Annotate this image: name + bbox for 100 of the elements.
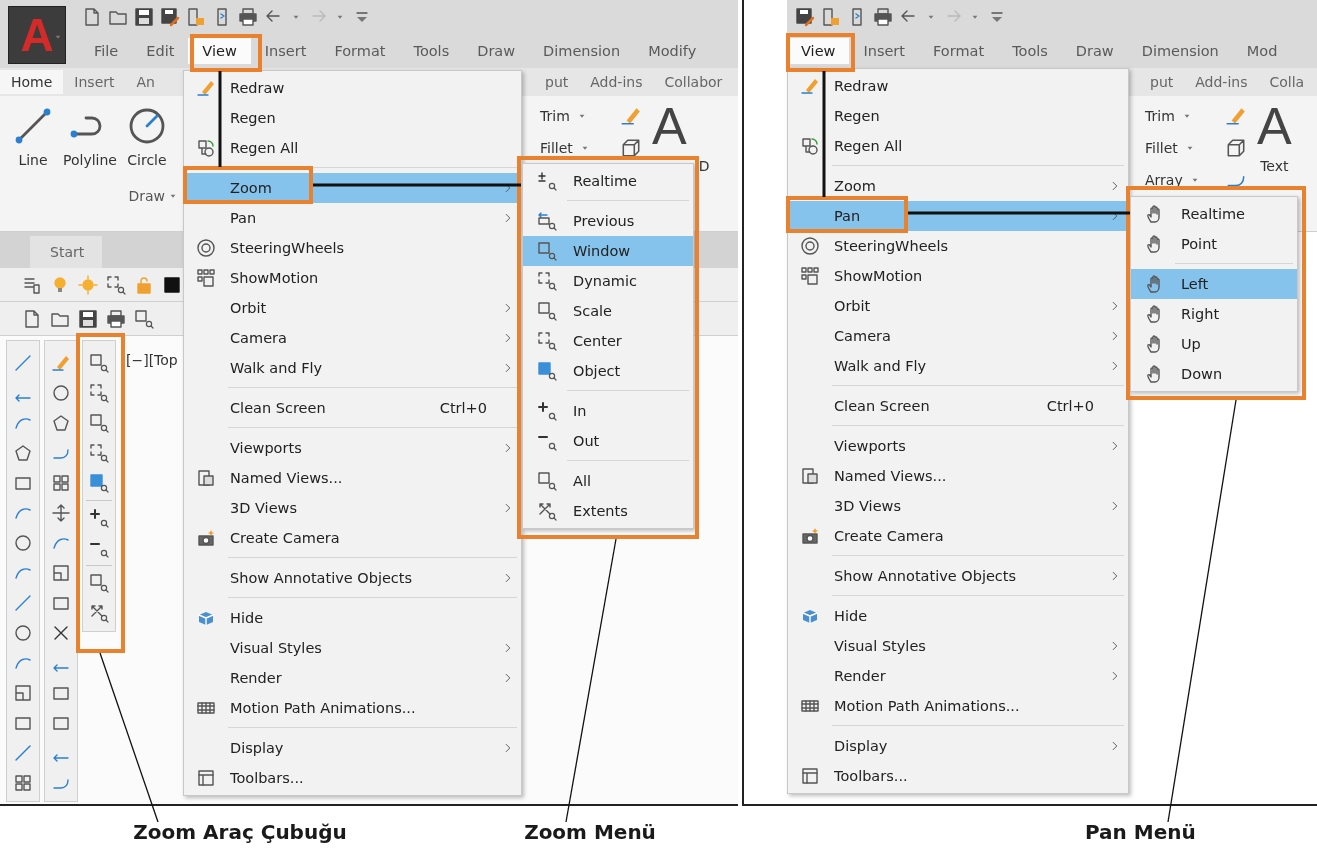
zoom-tool-icon[interactable]	[89, 508, 109, 528]
ribbon-tool-button[interactable]: Fillet	[1145, 140, 1211, 156]
menu-item[interactable]: Visual Styles	[184, 633, 521, 663]
menu-item[interactable]: SteeringWheels	[184, 233, 521, 263]
menu-item[interactable]: Regen	[184, 103, 521, 133]
zoom-tool-icon[interactable]	[89, 573, 109, 593]
pencil-icon[interactable]	[1225, 105, 1247, 127]
menu-item[interactable]: Pan	[184, 203, 521, 233]
draw-tool-icon[interactable]	[13, 443, 33, 463]
menu-item[interactable]: Walk and Fly	[788, 351, 1128, 381]
menu-item[interactable]: Regen All	[788, 131, 1128, 161]
zoom-tool-icon[interactable]	[89, 603, 109, 623]
ribbon-tab[interactable]: Add-ins	[579, 70, 654, 94]
menu-bar-item[interactable]: Format	[919, 38, 999, 64]
menu-item[interactable]: Point	[1131, 229, 1297, 259]
modify-tool-icon[interactable]	[51, 383, 71, 403]
menu-bar-item[interactable]: Dimension	[529, 38, 635, 64]
modify-tool-icon[interactable]	[51, 503, 71, 523]
menu-item[interactable]: Visual Styles	[788, 631, 1128, 661]
menu-item[interactable]: Realtime	[523, 166, 693, 196]
ribbon-tab[interactable]: Colla	[1258, 70, 1316, 94]
menu-item[interactable]: Pan	[788, 201, 1128, 231]
menu-bar-item[interactable]: View	[787, 38, 850, 64]
pencil-icon[interactable]	[620, 105, 642, 127]
draw-tool-icon[interactable]	[13, 683, 33, 703]
menu-bar-item[interactable]: Insert	[250, 38, 321, 64]
menu-bar-item[interactable]: Draw	[1061, 38, 1128, 64]
menu-item[interactable]: Toolbars...	[788, 761, 1128, 791]
menu-item[interactable]: Regen All	[184, 133, 521, 163]
ribbon-tool-button[interactable]: Line	[10, 104, 56, 170]
panel-title[interactable]: Draw	[128, 188, 179, 204]
zoom-icon[interactable]	[134, 308, 154, 329]
ribbon-tab[interactable]: Insert	[63, 70, 126, 94]
ribbon-tool-button[interactable]: Fillet	[540, 140, 606, 156]
draw-tool-icon[interactable]	[13, 773, 33, 793]
draw-tool-icon[interactable]	[13, 743, 33, 763]
menu-item[interactable]: Orbit	[184, 293, 521, 323]
print-icon[interactable]	[106, 308, 126, 329]
print-icon[interactable]	[238, 7, 258, 27]
file-tab[interactable]: Start	[30, 236, 103, 268]
menu-item[interactable]: ShowMotion	[788, 261, 1128, 291]
menu-item[interactable]: Render	[788, 661, 1128, 691]
menu-item[interactable]: Dynamic	[523, 266, 693, 296]
menu-item[interactable]: Down	[1131, 359, 1297, 389]
menu-bar-item[interactable]: Tools	[998, 38, 1062, 64]
menu-bar-item[interactable]: Modify	[634, 38, 711, 64]
draw-tool-icon[interactable]	[13, 353, 33, 373]
text-tool-glyph[interactable]: A	[652, 100, 687, 152]
tool-label[interactable]: Text	[1260, 158, 1289, 174]
modify-tool-icon[interactable]	[51, 563, 71, 583]
ribbon-tool-button[interactable]: Array	[1145, 172, 1211, 188]
viewport-label[interactable]: [−][Top	[126, 352, 178, 368]
menu-item[interactable]: Redraw	[184, 73, 521, 103]
text-tool-glyph[interactable]: A	[1257, 100, 1292, 152]
new-document-icon[interactable]	[22, 308, 42, 329]
zoom-tool-icon[interactable]	[89, 353, 109, 373]
menu-item[interactable]: 3D Views	[788, 491, 1128, 521]
menu-item[interactable]: ShowMotion	[184, 263, 521, 293]
menu-item[interactable]: Create Camera	[788, 521, 1128, 551]
zoom-tool-icon[interactable]	[89, 473, 109, 493]
ribbon-tool-button[interactable]: Trim	[540, 108, 606, 124]
ribbon-tab[interactable]: Add-ins	[1184, 70, 1259, 94]
ribbon-tool-button[interactable]: Circle	[123, 104, 170, 170]
save-icon[interactable]	[134, 7, 154, 27]
menu-item[interactable]: Walk and Fly	[184, 353, 521, 383]
document-icon[interactable]	[186, 7, 206, 27]
menu-item[interactable]: Redraw	[788, 71, 1128, 101]
menu-item[interactable]: Camera	[788, 321, 1128, 351]
menu-item[interactable]: 3D Views	[184, 493, 521, 523]
menu-bar-item[interactable]: View	[188, 38, 251, 64]
menu-item[interactable]: Right	[1131, 299, 1297, 329]
menu-item[interactable]: Out	[523, 426, 693, 456]
menu-bar-item[interactable]: Format	[320, 38, 400, 64]
menu-bar-item[interactable]: Dimension	[1127, 38, 1233, 64]
ribbon-tab[interactable]: put	[534, 70, 580, 94]
zoom-tool-icon[interactable]	[89, 443, 109, 463]
zoom-tool-icon[interactable]	[89, 383, 109, 403]
menu-item[interactable]: Motion Path Animations...	[184, 693, 521, 723]
modify-tool-icon[interactable]	[51, 413, 71, 433]
menu-bar-item[interactable]: Draw	[463, 38, 530, 64]
menu-item[interactable]: Scale	[523, 296, 693, 326]
menu-item[interactable]: Object	[523, 356, 693, 386]
menu-item[interactable]: Up	[1131, 329, 1297, 359]
menu-item[interactable]: Motion Path Animations...	[788, 691, 1128, 721]
menu-item[interactable]: Regen	[788, 101, 1128, 131]
menu-item[interactable]: SteeringWheels	[788, 231, 1128, 261]
ribbon-tab[interactable]: put	[1139, 70, 1185, 94]
menu-item[interactable]: Toolbars...	[184, 763, 521, 793]
menu-item[interactable]: Named Views...	[788, 461, 1128, 491]
ribbon-tab[interactable]: An	[125, 70, 166, 94]
menu-bar-item[interactable]: File	[80, 38, 133, 64]
menu-item[interactable]: Orbit	[788, 291, 1128, 321]
new-document-icon[interactable]	[82, 7, 102, 27]
tool-label[interactable]: D	[698, 158, 710, 174]
menu-item[interactable]: Realtime	[1131, 199, 1297, 229]
menu-bar-item[interactable]: Insert	[849, 38, 919, 64]
ribbon-tool-button[interactable]: Polyline	[60, 104, 120, 170]
menu-bar-item[interactable]: Tools	[399, 38, 464, 64]
box-icon[interactable]	[1225, 137, 1247, 159]
menu-item[interactable]: Named Views...	[184, 463, 521, 493]
